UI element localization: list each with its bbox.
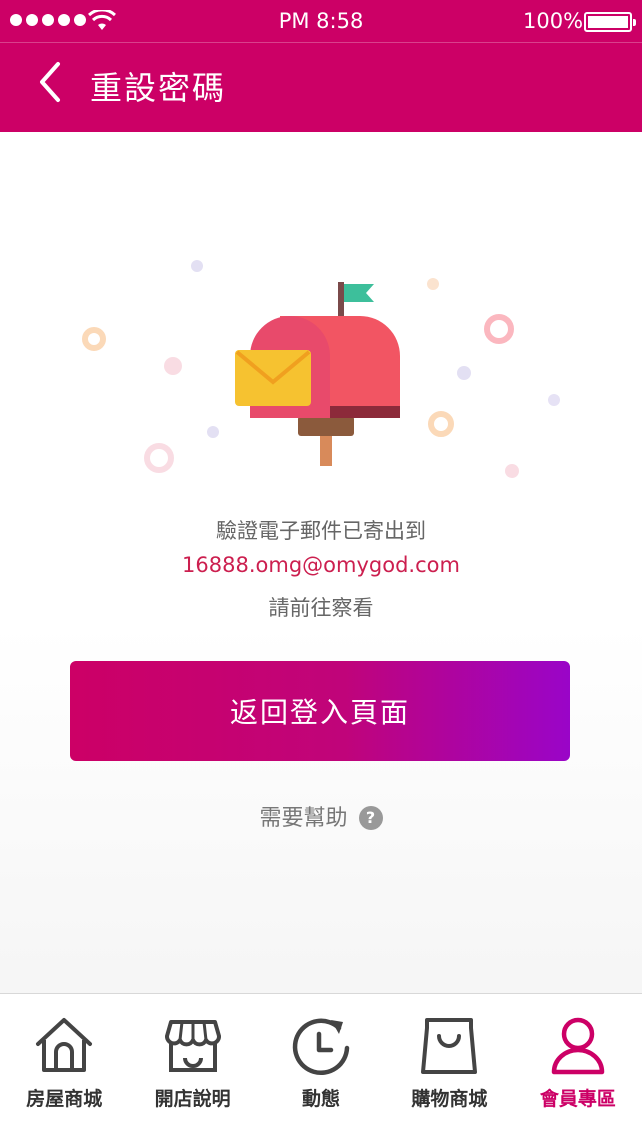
status-divider	[0, 42, 642, 43]
app-header: PM 8:58 100% 重設密碼	[0, 0, 642, 132]
page-title: 重設密碼	[90, 69, 227, 107]
sent-message: 驗證電子郵件已寄出到	[216, 519, 426, 543]
tab-store-guide[interactable]: 開店說明	[128, 994, 256, 1136]
help-link[interactable]: 需要幫助 ?	[0, 800, 642, 832]
tab-house-mall[interactable]: 房屋商城	[0, 994, 128, 1136]
shopping-bag-icon	[421, 1018, 478, 1074]
tab-label: 會員專區	[539, 1088, 616, 1110]
return-to-login-button[interactable]: 返回登入頁面	[70, 661, 570, 761]
tab-label: 開店說明	[154, 1088, 231, 1110]
member-icon	[551, 1017, 605, 1075]
house-icon	[36, 1018, 93, 1072]
battery-icon	[584, 12, 636, 32]
battery-percent: 100%	[523, 9, 584, 33]
tab-shopping-mall[interactable]: 購物商城	[385, 994, 513, 1136]
store-icon	[164, 1020, 221, 1072]
status-bar: PM 8:58 100%	[0, 0, 642, 42]
refresh-clock-icon	[292, 1018, 350, 1075]
email-address: 16888.omg@omygod.com	[182, 553, 460, 577]
back-arrow-icon[interactable]	[34, 60, 66, 104]
tab-activity[interactable]: 動態	[257, 994, 385, 1136]
tab-label: 動態	[302, 1088, 341, 1110]
tab-label: 房屋商城	[26, 1088, 103, 1110]
mailbox-illustration	[82, 260, 560, 478]
bottom-tab-bar: 房屋商城 開店說明 動態 購物商城 會員專區	[0, 993, 642, 1136]
tab-label: 購物商城	[411, 1088, 488, 1110]
tab-member-area[interactable]: 會員專區	[514, 994, 642, 1136]
check-inbox-message: 請前往察看	[268, 596, 374, 620]
help-label: 需要幫助	[259, 806, 348, 831]
question-mark-icon: ?	[358, 806, 383, 830]
